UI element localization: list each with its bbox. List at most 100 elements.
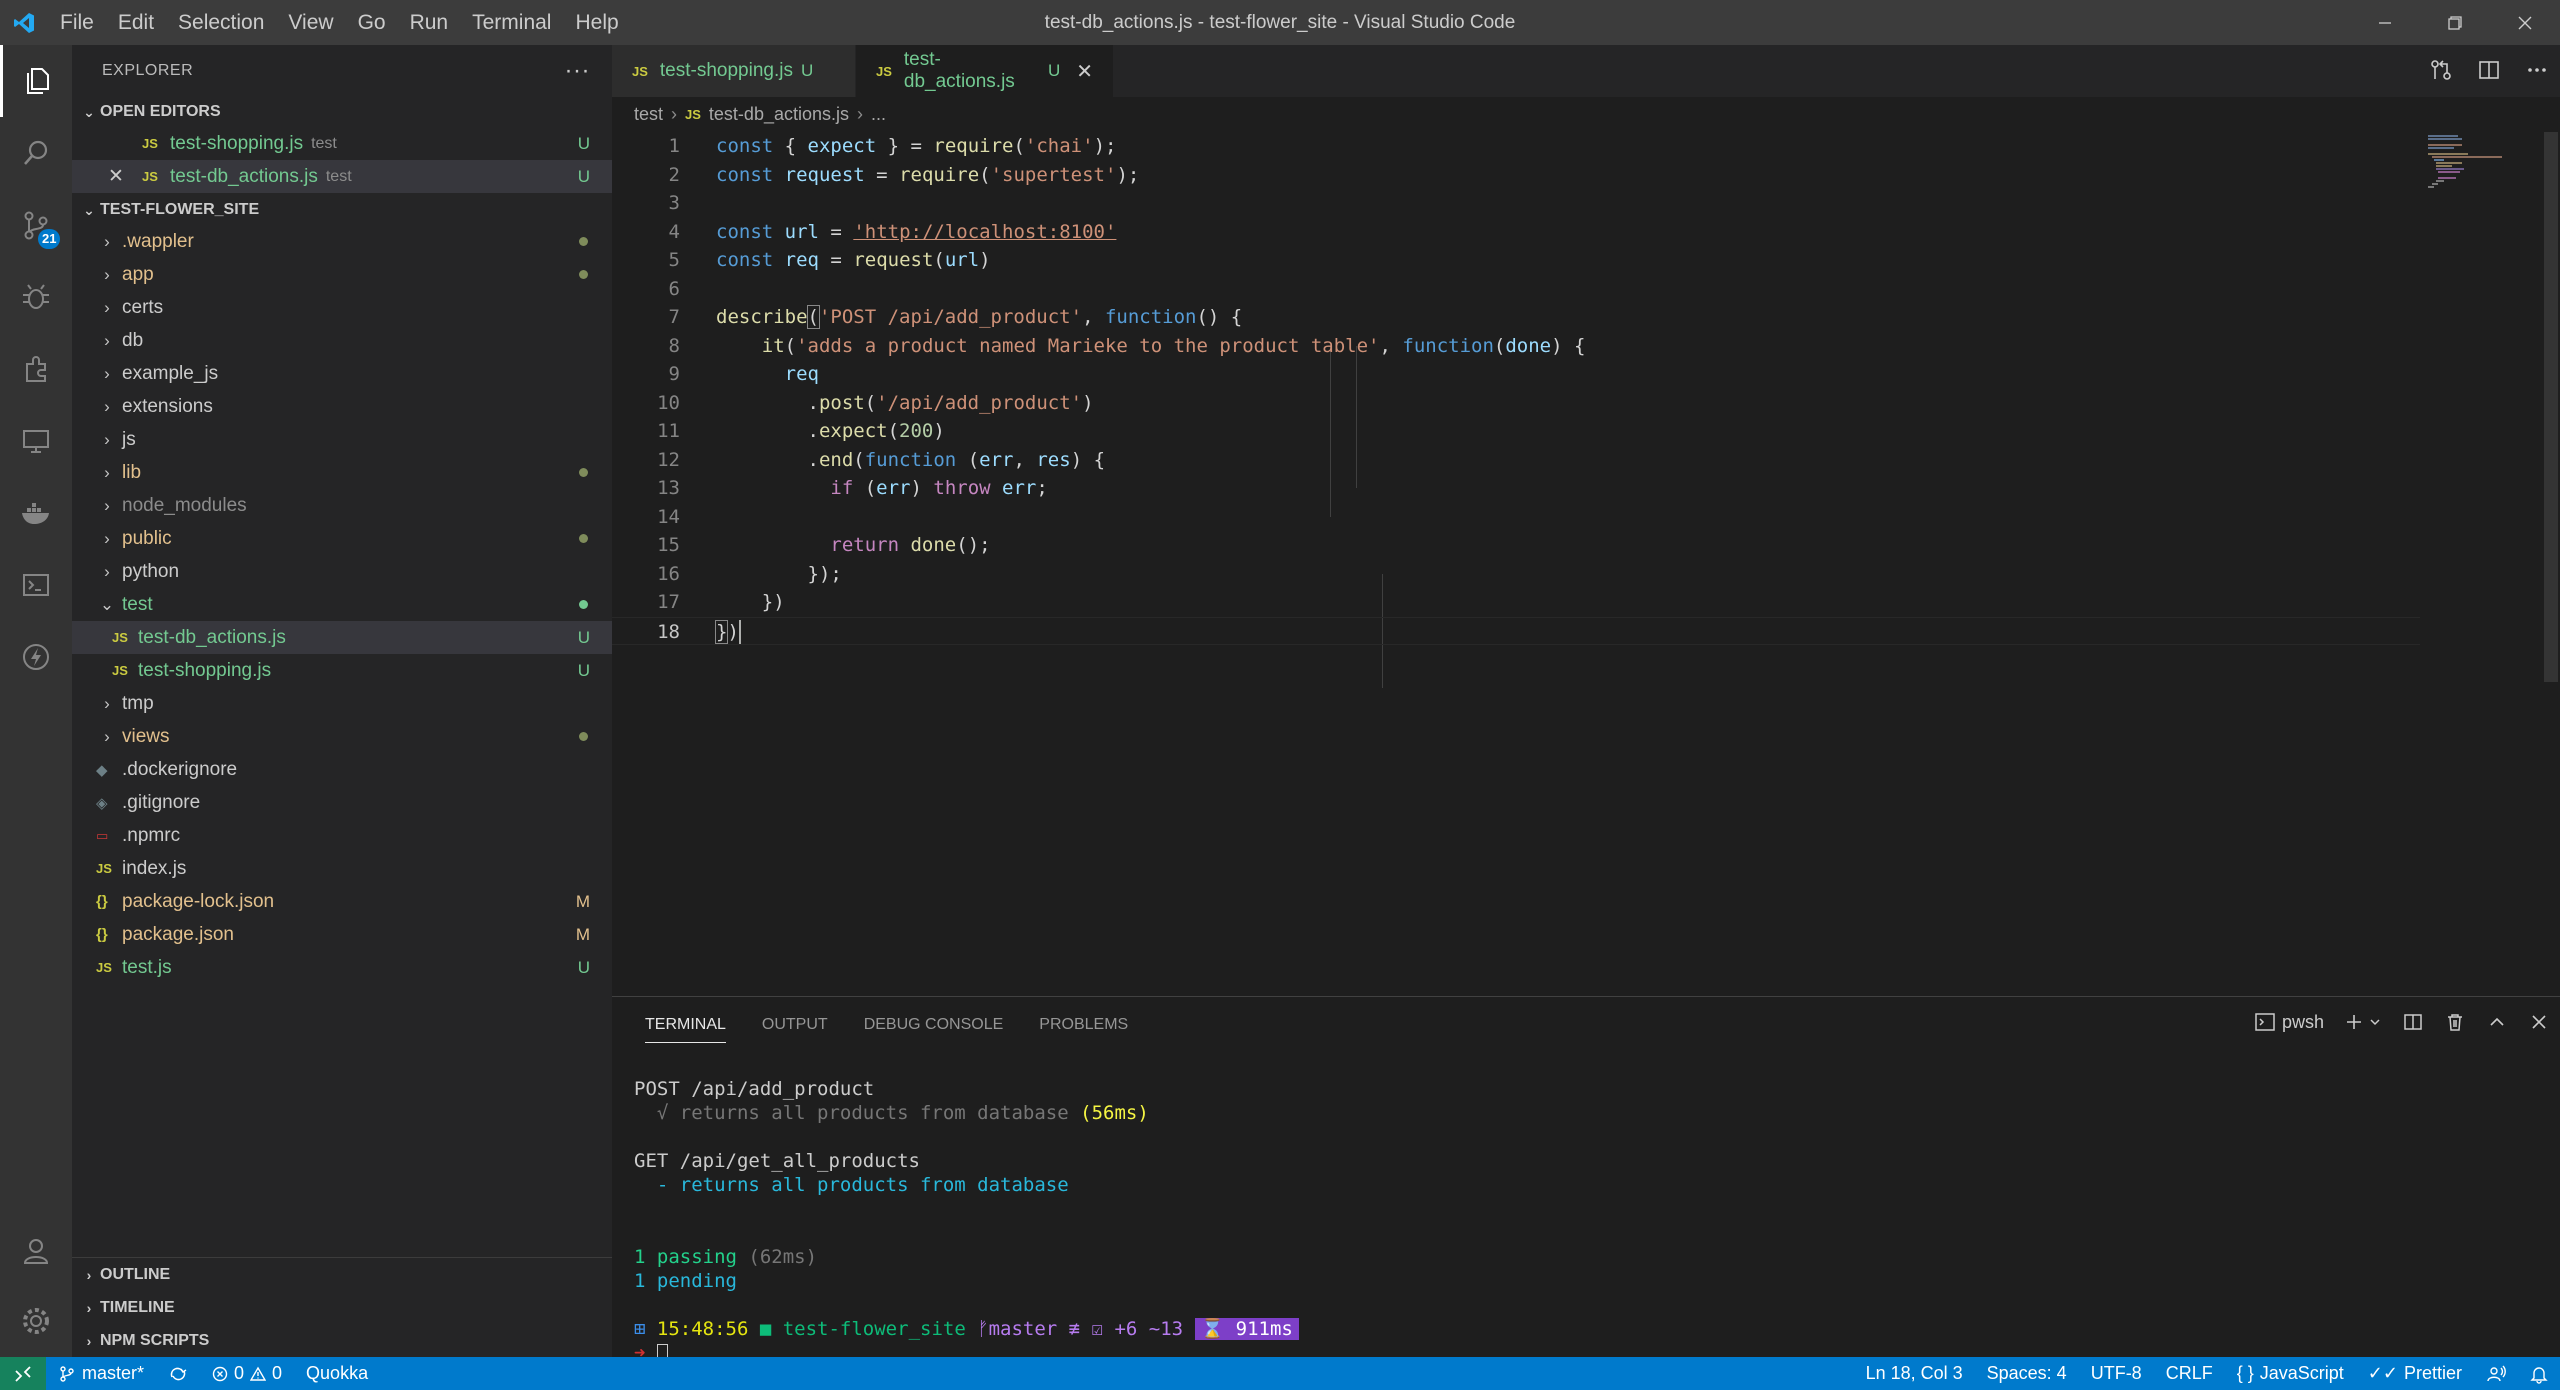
git-status-badge: M	[575, 924, 590, 944]
open-editor-item[interactable]: JS test-shopping.js test U	[72, 127, 612, 160]
tree-folder[interactable]: › extensions	[72, 390, 612, 423]
tab-output[interactable]: OUTPUT	[762, 1016, 828, 1034]
restore-button[interactable]	[2420, 0, 2490, 45]
end-of-line[interactable]: CRLF	[2154, 1363, 2225, 1384]
remote-indicator[interactable]	[0, 1357, 46, 1390]
tree-folder-open[interactable]: ⌄ test	[72, 588, 612, 621]
line-number: 3	[668, 192, 680, 214]
warning-count: 0	[272, 1363, 283, 1383]
menu-run[interactable]: Run	[398, 0, 461, 45]
line-number: 11	[657, 420, 680, 442]
docker-activity[interactable]	[0, 477, 72, 549]
close-icon[interactable]	[2528, 1011, 2550, 1033]
run-debug-activity[interactable]	[0, 261, 72, 333]
split-terminal-icon[interactable]	[2402, 1011, 2424, 1033]
tree-file[interactable]: ◈ .gitignore	[72, 786, 612, 819]
sync-button[interactable]	[156, 1365, 200, 1383]
remote-explorer-activity[interactable]	[0, 405, 72, 477]
open-changes-icon[interactable]	[2428, 57, 2454, 83]
language-mode[interactable]: { } JavaScript	[2225, 1363, 2356, 1384]
feedback-button[interactable]	[2474, 1364, 2518, 1384]
more-actions-icon[interactable]	[2524, 57, 2550, 83]
tab-close-icon[interactable]: ✕	[1076, 59, 1093, 84]
outline-header[interactable]: › OUTLINE	[72, 1258, 612, 1291]
problems-indicator[interactable]: 0 0	[200, 1363, 294, 1384]
minimize-button[interactable]	[2350, 0, 2420, 45]
tree-folder[interactable]: › tmp	[72, 687, 612, 720]
tree-folder[interactable]: › public	[72, 522, 612, 555]
remote-icon	[15, 1365, 31, 1382]
timeline-header[interactable]: › TIMELINE	[72, 1291, 612, 1324]
tree-file[interactable]: JS test-shopping.js U	[72, 654, 612, 687]
tree-file[interactable]: JS index.js	[72, 852, 612, 885]
tree-folder[interactable]: › js	[72, 423, 612, 456]
terminal-output[interactable]: POST /api/add_product √ returns all prod…	[634, 1053, 1299, 1365]
project-header[interactable]: ⌄ TEST-FLOWER_SITE	[72, 195, 612, 225]
tree-file[interactable]: {} package.json M	[72, 918, 612, 951]
tree-folder[interactable]: › example_js	[72, 357, 612, 390]
close-window-button[interactable]	[2490, 0, 2560, 45]
menu-selection[interactable]: Selection	[166, 0, 276, 45]
split-editor-icon[interactable]	[2476, 57, 2502, 83]
minimap[interactable]	[2424, 132, 2544, 996]
tree-folder[interactable]: › python	[72, 555, 612, 588]
menu-edit[interactable]: Edit	[106, 0, 166, 45]
terminal-selector[interactable]: pwsh	[2254, 1011, 2324, 1033]
tree-folder[interactable]: › lib	[72, 456, 612, 489]
extensions-activity[interactable]	[0, 333, 72, 405]
menu-file[interactable]: File	[48, 0, 106, 45]
braces-icon: { }	[2236, 1363, 2254, 1383]
shell-name: pwsh	[2281, 1011, 2324, 1032]
prettier-status[interactable]: ✓✓ Prettier	[2356, 1363, 2474, 1384]
breadcrumb-symbol[interactable]: ...	[871, 104, 886, 125]
tree-folder[interactable]: › views	[72, 720, 612, 753]
tree-folder[interactable]: › app	[72, 258, 612, 291]
tab-terminal[interactable]: TERMINAL	[645, 1016, 726, 1043]
tree-folder[interactable]: › .wappler	[72, 225, 612, 258]
tab-test-db-actions[interactable]: JS test-db_actions.js U ✕	[856, 45, 1114, 97]
indentation[interactable]: Spaces: 4	[1975, 1363, 2079, 1384]
npm-scripts-header[interactable]: › NPM SCRIPTS	[72, 1324, 612, 1357]
encoding[interactable]: UTF-8	[2079, 1363, 2154, 1384]
trash-icon[interactable]	[2444, 1011, 2466, 1033]
quokka-activity[interactable]	[0, 621, 72, 693]
restore-icon	[2448, 15, 2462, 30]
notifications-button[interactable]	[2518, 1364, 2560, 1384]
editor-scrollbar[interactable]	[2544, 132, 2558, 682]
terminal-activity[interactable]	[0, 549, 72, 621]
tab-debug-console[interactable]: DEBUG CONSOLE	[864, 1016, 1004, 1034]
tree-folder[interactable]: › node_modules	[72, 489, 612, 522]
search-activity[interactable]	[0, 117, 72, 189]
new-terminal-button[interactable]	[2344, 1012, 2382, 1032]
breadcrumb-folder[interactable]: test	[634, 104, 663, 125]
code-line: 2 const request = require('supertest');	[612, 161, 2412, 190]
tree-folder[interactable]: › certs	[72, 291, 612, 324]
manage-activity[interactable]	[0, 1285, 72, 1357]
tree-file[interactable]: {} package-lock.json M	[72, 885, 612, 918]
menu-terminal[interactable]: Terminal	[460, 0, 563, 45]
url-link[interactable]: 'http://localhost:8100'	[853, 221, 1116, 243]
breadcrumb-file[interactable]: test-db_actions.js	[709, 104, 849, 125]
open-editor-item[interactable]: ✕ JS test-db_actions.js test U	[72, 160, 612, 193]
git-branch[interactable]: master*	[46, 1363, 156, 1384]
tree-file[interactable]: JS test.js U	[72, 951, 612, 984]
code-editor[interactable]: 1 const { expect } = require('chai'); 2 co…	[612, 132, 2560, 996]
source-control-activity[interactable]: 21	[0, 189, 72, 261]
tree-folder[interactable]: › db	[72, 324, 612, 357]
menu-help[interactable]: Help	[563, 0, 630, 45]
tree-file[interactable]: ◆ .dockerignore	[72, 753, 612, 786]
chevron-up-icon[interactable]	[2486, 1011, 2508, 1033]
menu-go[interactable]: Go	[346, 0, 398, 45]
tree-file[interactable]: ▭ .npmrc	[72, 819, 612, 852]
tab-test-shopping[interactable]: JS test-shopping.js U	[612, 45, 856, 97]
cursor-position[interactable]: Ln 18, Col 3	[1854, 1363, 1975, 1384]
accounts-activity[interactable]	[0, 1215, 72, 1287]
quokka-status[interactable]: Quokka	[294, 1363, 380, 1384]
explorer-activity[interactable]	[0, 45, 72, 117]
tab-problems[interactable]: PROBLEMS	[1039, 1016, 1128, 1034]
open-editors-header[interactable]: ⌄ OPEN EDITORS	[72, 97, 612, 127]
tree-file[interactable]: JS test-db_actions.js U	[72, 621, 612, 654]
menu-view[interactable]: View	[276, 0, 345, 45]
more-actions-icon[interactable]: ···	[565, 57, 590, 85]
close-editor-icon[interactable]: ✕	[108, 165, 138, 188]
